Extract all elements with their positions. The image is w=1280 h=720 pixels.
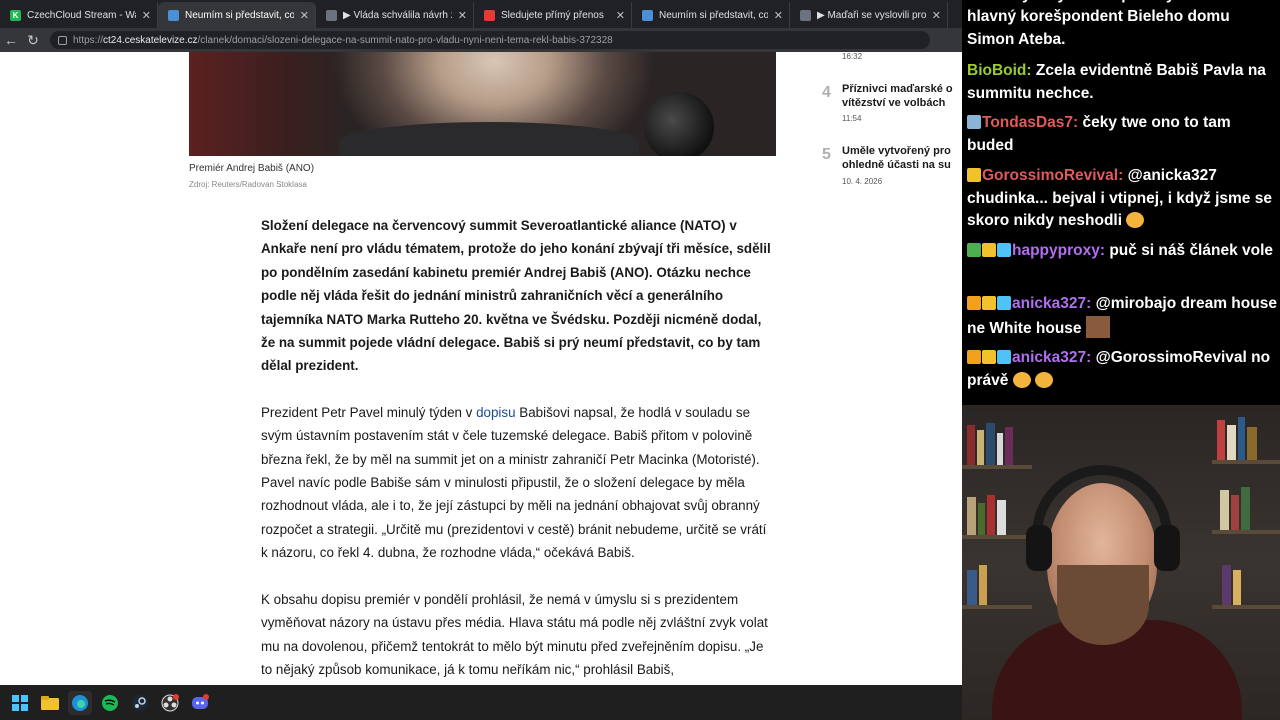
- badge-icon: [982, 350, 996, 364]
- spotify-icon[interactable]: [98, 691, 122, 715]
- microphone-image: [644, 92, 714, 156]
- windows-start-icon[interactable]: [8, 691, 32, 715]
- tab-label: Neumím si představit, co by na su: [659, 9, 768, 21]
- article-paragraph: Prezident Petr Pavel minulý týden v dopi…: [261, 404, 767, 561]
- site-info-icon[interactable]: [58, 35, 67, 45]
- chat-username[interactable]: anicka327:: [1012, 295, 1091, 312]
- discord-icon[interactable]: [188, 691, 212, 715]
- chat-message: TondasDas7: čeky twe ono to tam buded: [967, 114, 1231, 154]
- chat-message: GorossimoRevival: @anicka327 chudinka...…: [967, 167, 1272, 229]
- chat-username[interactable]: happyproxy:: [1012, 242, 1105, 259]
- close-tab-icon[interactable]: ✕: [616, 9, 625, 22]
- edge-browser-icon[interactable]: [68, 690, 92, 715]
- article-body: Složení delegace na červencový summit Se…: [261, 214, 776, 685]
- chat-message: anicka327: @GorossimoRevival no právě: [967, 349, 1271, 389]
- webcam-feed: [962, 405, 1280, 720]
- chat-message: anicka327: @mirobajo dream house ne Whit…: [967, 295, 1277, 338]
- emote-icon: [1085, 315, 1110, 338]
- browser-tab[interactable]: Sledujete přímý přenos ✕: [474, 2, 632, 28]
- dopis-link[interactable]: dopisu: [476, 405, 515, 420]
- close-tab-icon[interactable]: ✕: [300, 9, 309, 22]
- tab-favicon-icon: [484, 9, 495, 21]
- browser-tab[interactable]: Neumím si představit, co by na su ✕: [632, 2, 790, 28]
- file-explorer-icon[interactable]: [38, 691, 62, 715]
- address-bar[interactable]: https://ct24.ceskatelevize.cz/clanek/dom…: [50, 31, 930, 49]
- badge-icon: [967, 115, 981, 129]
- browser-tab[interactable]: Neumím si představit, co by na su ✕: [158, 2, 316, 28]
- badge-icon: [997, 296, 1011, 310]
- browser-tab[interactable]: ▶ Vláda schválila návrh zákona, k ✕: [316, 2, 474, 28]
- headphones-icon: [1032, 465, 1172, 545]
- tab-favicon-icon: [326, 9, 337, 21]
- emote-icon: [1012, 371, 1031, 388]
- photo-source: Zdroj: Reuters/Radovan Stoklasa: [189, 180, 307, 189]
- browser-tab[interactable]: K CzechCloud Stream - Watch Live o ✕: [0, 2, 158, 28]
- chat-message: BioBoid: Zcela evidentně Babiš Pavla na …: [967, 62, 1266, 102]
- back-icon[interactable]: ←: [0, 29, 22, 51]
- close-tab-icon[interactable]: ✕: [932, 9, 941, 22]
- tab-label: CzechCloud Stream - Watch Live o: [27, 9, 136, 21]
- close-tab-icon[interactable]: ✕: [774, 9, 783, 22]
- tab-label: Neumím si představit, co by na su: [185, 9, 294, 21]
- stream-chat: Všechny věty s Trumpem vyhlásil to hlavn…: [962, 0, 1280, 405]
- tab-favicon-icon: K: [10, 9, 21, 21]
- chat-username[interactable]: GorossimoRevival:: [982, 167, 1123, 184]
- sidebar-time: 16:32: [842, 52, 863, 61]
- windows-taskbar: [0, 685, 962, 720]
- chat-username[interactable]: BioBoid:: [967, 62, 1032, 79]
- close-tab-icon[interactable]: ✕: [458, 9, 467, 22]
- badge-icon: [967, 350, 981, 364]
- badge-icon: [982, 243, 996, 257]
- close-tab-icon[interactable]: ✕: [142, 9, 151, 22]
- browser-tab[interactable]: ▶ Maďaři se vyslovili pro změnu n ✕: [790, 2, 948, 28]
- tab-favicon-icon: [168, 9, 179, 21]
- badge-icon: [997, 243, 1011, 257]
- chat-username[interactable]: anicka327:: [1012, 349, 1091, 366]
- badge-icon: [982, 296, 996, 310]
- obs-icon[interactable]: [158, 691, 182, 715]
- web-page: Premiér Andrej Babiš (ANO) Zdroj: Reuter…: [0, 52, 962, 685]
- reload-icon[interactable]: ↻: [22, 29, 44, 51]
- browser-tab-strip: KCzechCloud Stream - Watch Live o✕Neumím…: [0, 0, 962, 28]
- article-paragraph: K obsahu dopisu premiér v pondělí prohlá…: [261, 591, 768, 677]
- badge-icon: [967, 168, 981, 182]
- photo-caption: Premiér Andrej Babiš (ANO): [189, 163, 315, 174]
- article-lead: Složení delegace na červencový summit Se…: [261, 218, 771, 374]
- tab-favicon-icon: [642, 9, 653, 21]
- emote-icon: [1126, 212, 1145, 228]
- tab-label: ▶ Maďaři se vyslovili pro změnu n: [817, 9, 926, 21]
- url-text[interactable]: https://ct24.ceskatelevize.cz/clanek/dom…: [73, 35, 613, 46]
- article-photo: [189, 52, 776, 156]
- tab-label: ▶ Vláda schválila návrh zákona, k: [343, 9, 452, 21]
- chat-message: hlavný korešpondent Bieleho domu Simon A…: [967, 8, 1230, 48]
- tab-label: Sledujete přímý přenos: [501, 9, 604, 21]
- badge-icon: [967, 296, 981, 310]
- emote-icon: [1035, 371, 1053, 388]
- steam-icon[interactable]: [128, 691, 152, 715]
- chat-username[interactable]: TondasDas7:: [982, 114, 1078, 131]
- browser-toolbar: ← ↻ https://ct24.ceskatelevize.cz/clanek…: [0, 28, 962, 52]
- tab-favicon-icon: [800, 9, 811, 21]
- badge-icon: [967, 243, 981, 257]
- badge-icon: [997, 350, 1011, 364]
- chat-message: happyproxy: puč si náš článek vole: [967, 240, 1277, 263]
